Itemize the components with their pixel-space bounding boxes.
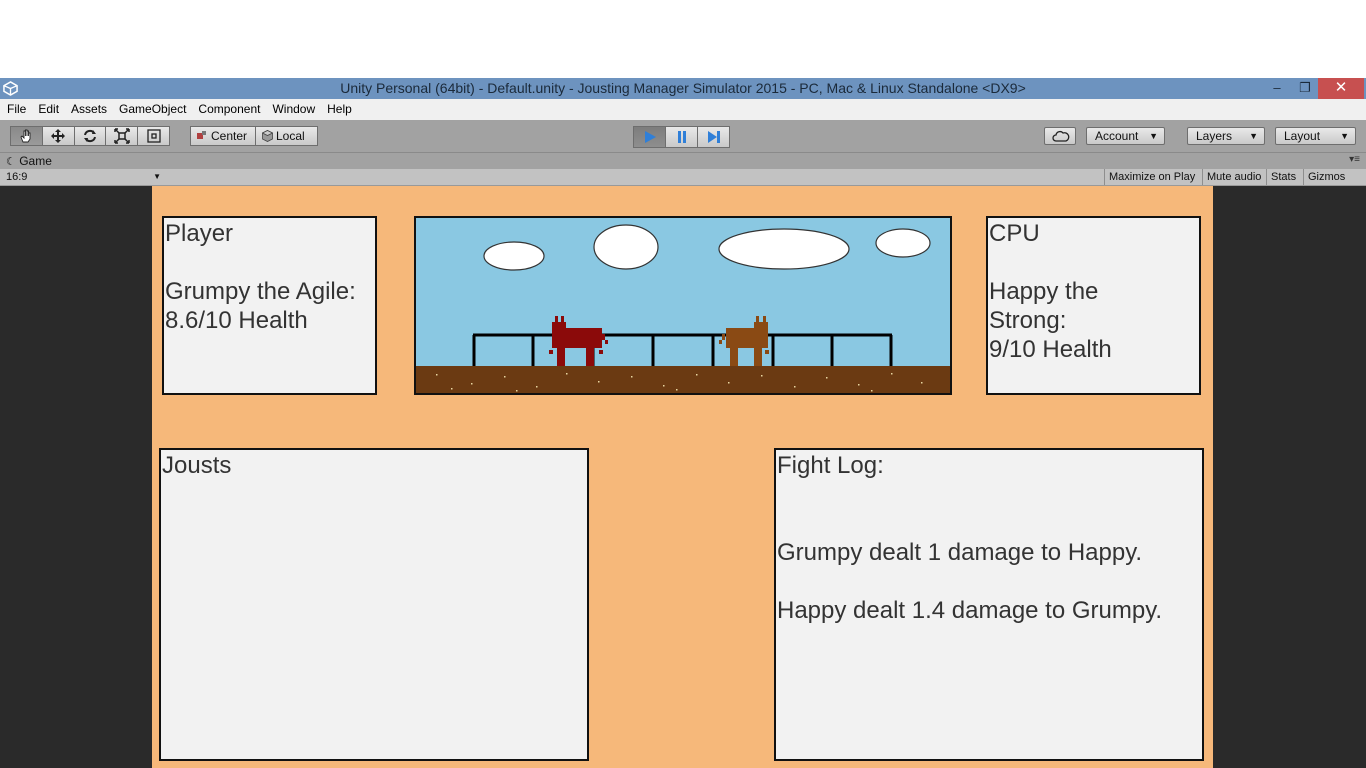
hand-icon	[20, 129, 31, 143]
menu-bar: File Edit Assets GameObject Component Window H…	[0, 99, 1366, 120]
cloud-icon	[1052, 130, 1070, 142]
fight-log-panel: Fight Log: Grumpy dealt 1 damage to Happ…	[774, 448, 1204, 761]
account-label: Account	[1095, 129, 1139, 143]
chevron-down-icon: ▼	[1249, 131, 1258, 141]
game-canvas[interactable]: Player Grumpy the Agile: 8.6/10 Health C…	[152, 186, 1213, 768]
layers-label: Layers	[1196, 129, 1233, 143]
joust-arena	[414, 216, 952, 395]
account-dropdown[interactable]: Account ▼	[1086, 127, 1165, 145]
game-view-controls: 16:9 ▼ Maximize on Play Mute audio Stats…	[0, 169, 1366, 198]
cloud-button[interactable]	[1044, 127, 1076, 145]
play-controls	[633, 126, 730, 148]
move-icon	[51, 129, 66, 143]
pivot-local-toggle[interactable]: Local	[255, 126, 318, 146]
menu-gameobject[interactable]: GameObject	[112, 99, 191, 116]
window-title: Unity Personal (64bit) - Default.unity -…	[340, 80, 1026, 96]
pause-icon	[677, 131, 686, 143]
chevron-down-icon: ▼	[1340, 131, 1349, 141]
dirt-ground	[416, 366, 950, 393]
layout-label: Layout	[1284, 129, 1321, 143]
tab-game[interactable]: ☾ Game	[6, 153, 52, 170]
cloud-sprite	[483, 224, 931, 271]
main-toolbar: Center Local Account ▼ Layers ▼ Layout ▼	[0, 120, 1366, 153]
scale-tool-button[interactable]	[105, 126, 139, 146]
game-tab-label: Game	[19, 154, 52, 168]
game-view: Player Grumpy the Agile: 8.6/10 Health C…	[0, 186, 1366, 768]
chevron-down-icon: ▼	[1149, 131, 1158, 141]
rect-tool-button[interactable]	[137, 126, 170, 146]
stats-toggle[interactable]: Stats	[1266, 169, 1300, 185]
transform-tools	[10, 126, 170, 146]
scale-icon	[114, 128, 130, 144]
play-button[interactable]	[633, 126, 666, 148]
pivot-center-icon	[197, 131, 206, 139]
menu-window[interactable]: Window	[265, 99, 320, 116]
fence	[472, 333, 893, 366]
play-icon	[644, 131, 656, 143]
arena-scene	[416, 224, 950, 393]
maximize-on-play-toggle[interactable]: Maximize on Play	[1104, 169, 1199, 185]
game-tab-icon: ☾	[6, 156, 16, 168]
pivot-local-label: Local	[276, 129, 305, 143]
gizmos-dropdown[interactable]: Gizmos ▼	[1303, 169, 1366, 198]
aspect-dropdown[interactable]: 16:9 ▼	[6, 169, 164, 185]
pivot-center-toggle[interactable]: Center	[190, 126, 256, 146]
player-horse-sprite	[549, 316, 608, 366]
cpu-horse-sprite	[719, 316, 769, 366]
pause-button[interactable]	[665, 126, 698, 148]
jousts-panel: Jousts	[159, 448, 589, 761]
gizmos-label: Gizmos	[1308, 171, 1346, 183]
layout-dropdown[interactable]: Layout ▼	[1275, 127, 1356, 145]
player-panel: Player Grumpy the Agile: 8.6/10 Health	[162, 216, 377, 395]
menu-edit[interactable]: Edit	[31, 99, 64, 116]
menu-file[interactable]: File	[0, 99, 31, 116]
mute-audio-toggle[interactable]: Mute audio	[1202, 169, 1265, 185]
panel-menu-icon[interactable]: ▾≡	[1349, 154, 1360, 165]
rotate-tool-button[interactable]	[73, 126, 107, 146]
cpu-panel: CPU Happy the Strong: 9/10 Health	[986, 216, 1201, 395]
game-tab-bar: ☾ Game ▾≡	[0, 153, 1366, 169]
rotate-icon	[83, 129, 96, 143]
hand-tool-button[interactable]	[10, 126, 43, 146]
cube-icon	[262, 130, 273, 142]
window-title-bar[interactable]: Unity Personal (64bit) - Default.unity -…	[0, 78, 1366, 99]
move-tool-button[interactable]	[41, 126, 75, 146]
menu-assets[interactable]: Assets	[64, 99, 112, 116]
close-button[interactable]: ✕	[1318, 78, 1364, 99]
chevron-down-icon: ▼	[153, 172, 161, 181]
pivot-center-label: Center	[211, 129, 248, 143]
menu-component[interactable]: Component	[191, 99, 265, 116]
rect-icon	[146, 129, 161, 143]
layers-dropdown[interactable]: Layers ▼	[1187, 127, 1265, 145]
step-button[interactable]	[697, 126, 730, 148]
aspect-label: 16:9	[6, 171, 28, 183]
cloud-sprite	[485, 226, 929, 269]
step-icon	[707, 131, 720, 143]
menu-help[interactable]: Help	[320, 99, 357, 116]
